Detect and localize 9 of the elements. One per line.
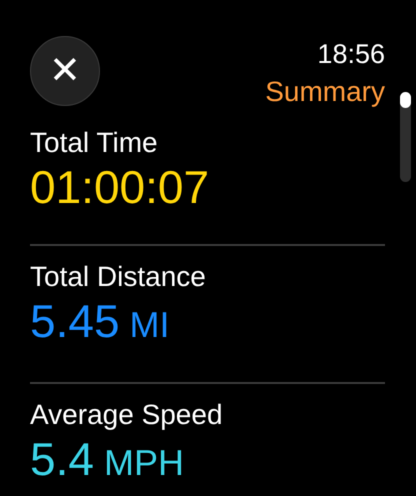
metric-label: Total Time (30, 126, 159, 160)
metric-label: Average Speed (30, 398, 224, 432)
metric-value: 01:00:07 (30, 160, 210, 214)
metric-value: 5.45 MI (30, 294, 171, 349)
metric-value: 5.4 MPH (30, 432, 185, 487)
metric-label: Total Distance (30, 260, 207, 294)
clock-time: 18:56 (317, 38, 385, 70)
screen-title: Summary (265, 75, 385, 109)
close-button[interactable]: ✕ (30, 36, 100, 106)
